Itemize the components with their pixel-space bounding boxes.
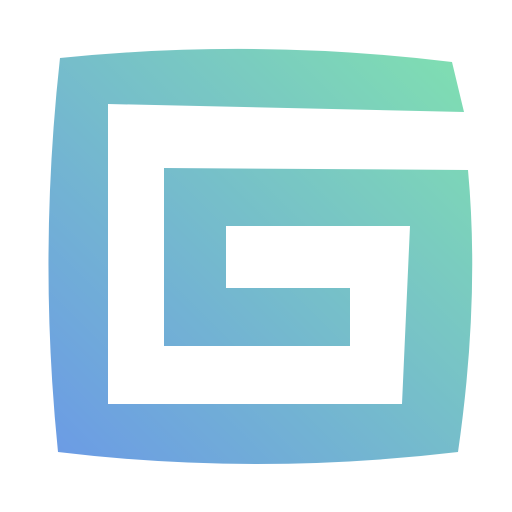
app-icon-canvas xyxy=(0,0,512,512)
logo-shape xyxy=(48,48,473,465)
spiral-g-logo-icon xyxy=(48,48,473,465)
